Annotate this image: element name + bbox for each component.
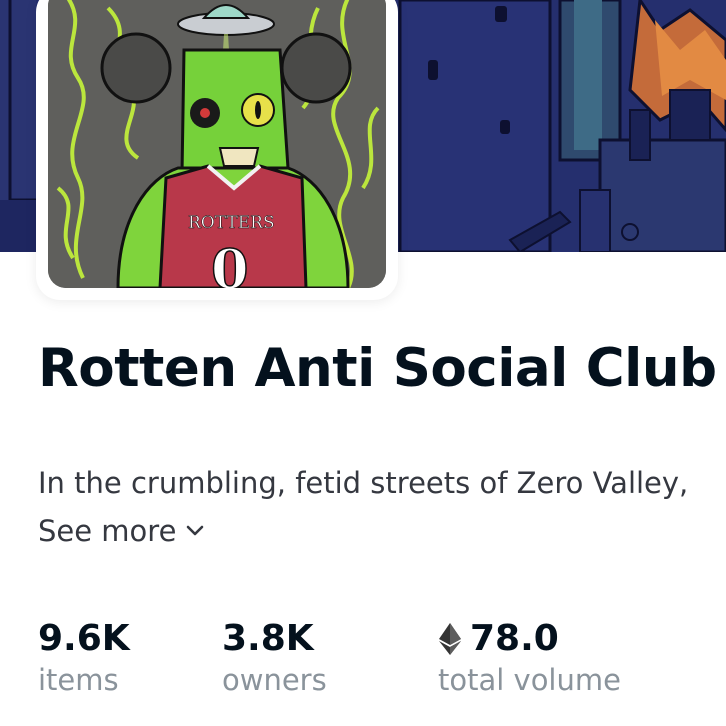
- stat-owners[interactable]: 3.8K owners: [222, 618, 327, 697]
- collection-title: Rotten Anti Social Club: [38, 338, 717, 399]
- stat-items-value: 9.6K: [38, 618, 130, 659]
- stat-items-label: items: [38, 663, 119, 697]
- stat-total-volume[interactable]: 78.0 total volume: [438, 618, 621, 697]
- avatar-illustration: ROTTERS 0: [48, 0, 386, 288]
- stat-owners-value: 3.8K: [222, 618, 314, 659]
- ethereum-icon: [439, 622, 461, 655]
- jersey-number: 0: [211, 237, 249, 288]
- collection-avatar: ROTTERS 0: [48, 0, 386, 288]
- stat-total-volume-value: 78.0: [470, 618, 559, 659]
- collection-avatar-frame: ROTTERS 0: [36, 0, 398, 300]
- stat-owners-label: owners: [222, 663, 327, 697]
- stat-total-volume-label: total volume: [438, 663, 621, 697]
- chevron-down-icon: [187, 525, 204, 536]
- see-more-label: See more: [38, 514, 177, 548]
- stat-items[interactable]: 9.6K items: [38, 618, 130, 697]
- see-more-button[interactable]: See more: [38, 514, 206, 548]
- jersey-text: ROTTERS: [188, 213, 275, 233]
- collection-description: In the crumbling, fetid streets of Zero …: [38, 466, 689, 500]
